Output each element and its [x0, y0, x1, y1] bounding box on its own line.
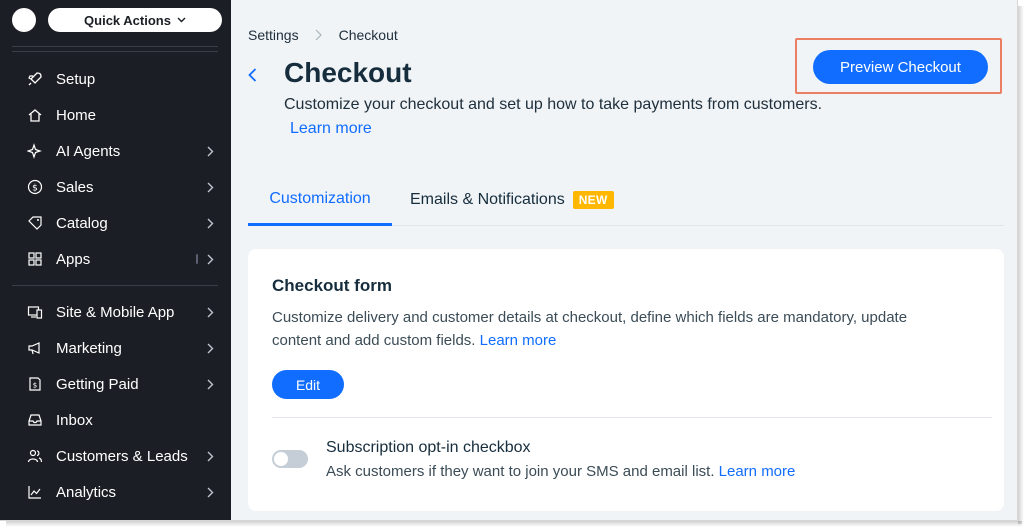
breadcrumb-current: Checkout: [338, 27, 398, 43]
sidebar-item-label: Setup: [56, 70, 96, 88]
avatar[interactable]: [12, 8, 36, 32]
page-title: Checkout: [284, 57, 412, 88]
tab-customization[interactable]: Customization: [248, 174, 392, 226]
sidebar-item-label: AI Agents: [56, 142, 121, 160]
sidebar-item-apps[interactable]: Apps: [0, 241, 231, 277]
sidebar-item-marketing[interactable]: Marketing: [0, 330, 231, 366]
chevron-right-icon: [204, 450, 216, 462]
checkout-settings-card: Checkout form Customize delivery and cus…: [248, 249, 1004, 511]
breadcrumb: Settings Checkout: [248, 27, 398, 43]
preview-checkout-button[interactable]: Preview Checkout: [813, 50, 988, 84]
tag-icon: [26, 214, 44, 232]
chevron-right-icon: [315, 28, 325, 42]
chevron-right-icon: [204, 145, 216, 157]
tab-emails-notifications[interactable]: Emails & Notifications NEW: [410, 174, 614, 226]
toggle-knob: [274, 452, 288, 466]
megaphone-icon: [26, 339, 44, 357]
sidebar-item-label: Catalog: [56, 214, 108, 232]
subscription-learn-more-link[interactable]: Learn more: [719, 463, 796, 480]
sidebar-item-getting-paid[interactable]: $ Getting Paid: [0, 366, 231, 402]
sidebar-item-label: Apps: [56, 250, 91, 268]
chart-icon: [26, 483, 44, 501]
svg-text:$: $: [32, 184, 38, 194]
main-content: Settings Checkout Checkout Customize you…: [231, 0, 1017, 520]
learn-more-link[interactable]: Learn more: [290, 120, 372, 138]
checkout-form-description: Customize delivery and customer details …: [272, 306, 952, 352]
sidebar-item-setup[interactable]: Setup: [0, 61, 231, 97]
new-badge: NEW: [572, 191, 614, 209]
sidebar-item-inbox[interactable]: Inbox: [0, 402, 231, 438]
sparkle-icon: [26, 142, 44, 160]
sidebar-divider: [12, 51, 218, 52]
quick-actions-button[interactable]: Quick Actions: [48, 8, 222, 32]
app-window: Quick Actions Setup Home AI Agents $ Sal…: [0, 0, 1018, 521]
chevron-right-icon: [204, 378, 216, 390]
sidebar-item-home[interactable]: Home: [0, 97, 231, 133]
quick-actions-label: Quick Actions: [84, 12, 171, 28]
sidebar-item-label: Marketing: [56, 339, 122, 357]
devices-icon: [26, 303, 44, 321]
sidebar-divider: [12, 285, 218, 286]
sidebar-item-label: Customers & Leads: [56, 447, 188, 465]
checkout-form-description-text: Customize delivery and customer details …: [272, 309, 908, 349]
dollar-icon: $: [26, 178, 44, 196]
card-divider: [272, 417, 992, 418]
sidebar-item-customers-leads[interactable]: Customers & Leads: [0, 438, 231, 474]
window-shadow: [6, 521, 1022, 527]
chevron-right-icon: [204, 342, 216, 354]
sidebar-item-site-mobile-app[interactable]: Site & Mobile App: [0, 294, 231, 330]
sidebar-item-label: Inbox: [56, 411, 93, 429]
subscription-description: Ask customers if they want to join your …: [326, 463, 795, 480]
sidebar-item-analytics[interactable]: Analytics: [0, 474, 231, 510]
chevron-right-icon: [204, 253, 216, 265]
chevron-right-icon: [204, 217, 216, 229]
sidebar-item-ai-agents[interactable]: AI Agents: [0, 133, 231, 169]
chevron-right-icon: [204, 181, 216, 193]
sidebar-item-sales[interactable]: $ Sales: [0, 169, 231, 205]
apps-icon: [26, 250, 44, 268]
inbox-icon: [26, 411, 44, 429]
people-icon: [26, 447, 44, 465]
subscription-opt-in-toggle[interactable]: [272, 450, 308, 468]
sidebar-item-label: Analytics: [56, 483, 117, 501]
window-shadow: [1018, 6, 1024, 524]
checkout-form-learn-more-link[interactable]: Learn more: [480, 332, 557, 349]
chevron-right-icon: [204, 306, 216, 318]
sidebar-divider: [12, 46, 218, 47]
breadcrumb-settings[interactable]: Settings: [248, 27, 299, 43]
sidebar-header: Quick Actions: [0, 0, 231, 44]
rocket-icon: [26, 70, 44, 88]
tab-label: Customization: [269, 189, 371, 207]
edit-button[interactable]: Edit: [272, 370, 344, 399]
page-subtitle: Customize your checkout and set up how t…: [284, 96, 823, 113]
sidebar-item-label: Getting Paid: [56, 375, 139, 393]
tab-label: Emails & Notifications: [410, 191, 565, 208]
sidebar-item-catalog[interactable]: Catalog: [0, 205, 231, 241]
sidebar-item-label: Sales: [56, 178, 94, 196]
tab-bar: Customization Emails & Notifications NEW: [248, 174, 1004, 226]
sidebar-item-label: Site & Mobile App: [56, 303, 175, 321]
svg-text:$: $: [33, 382, 37, 390]
chevron-down-icon: [177, 15, 186, 26]
notification-indicator: [196, 254, 198, 264]
sidebar-item-label: Home: [56, 106, 97, 124]
invoice-icon: $: [26, 375, 44, 393]
checkout-form-title: Checkout form: [272, 276, 392, 295]
subscription-title: Subscription opt-in checkbox: [326, 439, 531, 456]
home-icon: [26, 106, 44, 124]
sidebar: Quick Actions Setup Home AI Agents $ Sal…: [0, 0, 231, 520]
chevron-right-icon: [204, 486, 216, 498]
subscription-description-text: Ask customers if they want to join your …: [326, 463, 715, 480]
back-arrow-icon[interactable]: [248, 66, 262, 84]
